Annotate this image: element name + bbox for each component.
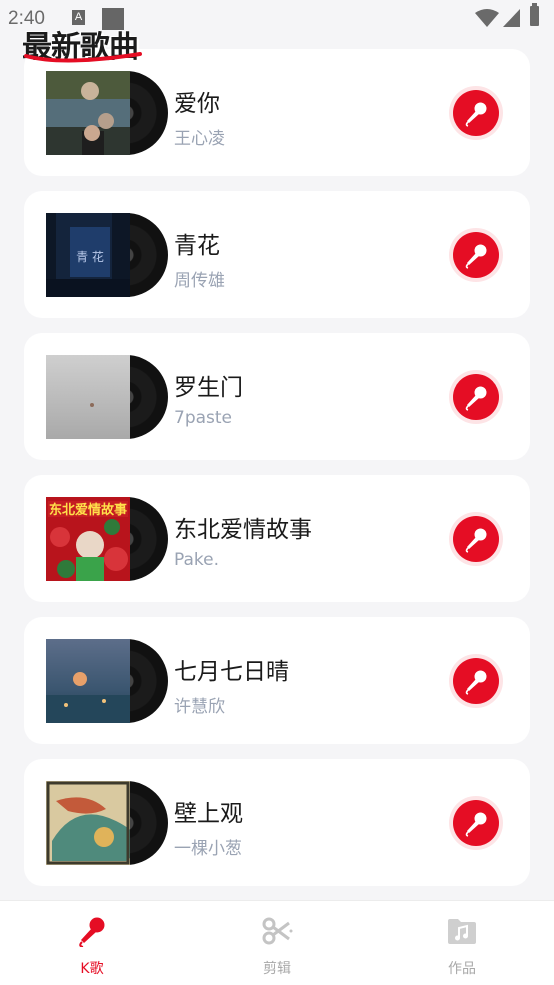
svg-text:青 花: 青 花 xyxy=(76,249,104,264)
tab-karaoke[interactable]: K歌 xyxy=(32,901,152,985)
album-cover: 青 花 xyxy=(46,213,130,297)
song-title: 七月七日晴 xyxy=(174,659,289,685)
cover-text: 东北爱情故事 xyxy=(49,502,127,518)
song-card[interactable]: 壁上观 一棵小葱 xyxy=(24,759,530,886)
sing-button[interactable] xyxy=(453,374,499,420)
signal-icon xyxy=(503,9,520,27)
bottom-nav: K歌 剪辑 作品 xyxy=(0,900,554,985)
album-cover xyxy=(46,639,130,723)
tab-label: K歌 xyxy=(80,961,104,977)
tab-label: 剪辑 xyxy=(263,961,291,977)
song-title: 东北爱情故事 xyxy=(174,517,312,543)
wifi-icon xyxy=(475,9,499,27)
microphone-icon xyxy=(465,386,487,411)
scissors-icon xyxy=(262,917,293,945)
sing-button[interactable] xyxy=(453,516,499,562)
song-card[interactable]: 东北爱情故事 东北爱情故事 Pake. xyxy=(24,475,530,602)
song-title: 罗生门 xyxy=(174,375,243,401)
song-title: 壁上观 xyxy=(174,801,243,827)
song-card[interactable]: 七月七日晴 许慧欣 xyxy=(24,617,530,744)
sing-button[interactable] xyxy=(453,658,499,704)
microphone-icon xyxy=(465,244,487,269)
header: 2:40 A 最新歌曲 xyxy=(0,0,554,80)
song-title: 爱你 xyxy=(174,91,220,117)
album-cover xyxy=(46,71,130,155)
song-artist: 许慧欣 xyxy=(174,697,225,717)
album-cover xyxy=(46,355,130,439)
song-card[interactable]: 青 花 青花 周传雄 xyxy=(24,191,530,318)
song-artist: 王心凌 xyxy=(174,129,225,149)
song-artist: Pake. xyxy=(174,550,220,570)
microphone-icon xyxy=(79,917,105,947)
tab-label: 作品 xyxy=(448,961,476,977)
microphone-icon xyxy=(465,528,487,553)
microphone-icon xyxy=(465,812,487,837)
microphone-icon xyxy=(465,102,487,127)
music-folder-icon xyxy=(448,919,476,944)
tab-works[interactable]: 作品 xyxy=(402,901,522,985)
title-underline-decoration xyxy=(24,52,142,63)
sing-button[interactable] xyxy=(453,232,499,278)
sing-button[interactable] xyxy=(453,800,499,846)
song-artist: 周传雄 xyxy=(174,271,225,291)
song-artist: 一棵小葱 xyxy=(174,839,242,859)
battery-icon xyxy=(530,3,539,26)
sing-button[interactable] xyxy=(453,90,499,136)
album-cover xyxy=(46,781,130,865)
song-title: 青花 xyxy=(174,233,220,259)
album-cover: 东北爱情故事 xyxy=(46,497,130,581)
microphone-icon xyxy=(465,670,487,695)
song-list: 爱你 王心凌 青 花 青花 周传雄 罗生门 7paste 东北爱情故事 东北爱情… xyxy=(0,0,554,900)
song-card[interactable]: 罗生门 7paste xyxy=(24,333,530,460)
tab-edit[interactable]: 剪辑 xyxy=(217,901,337,985)
song-artist: 7paste xyxy=(174,408,233,428)
